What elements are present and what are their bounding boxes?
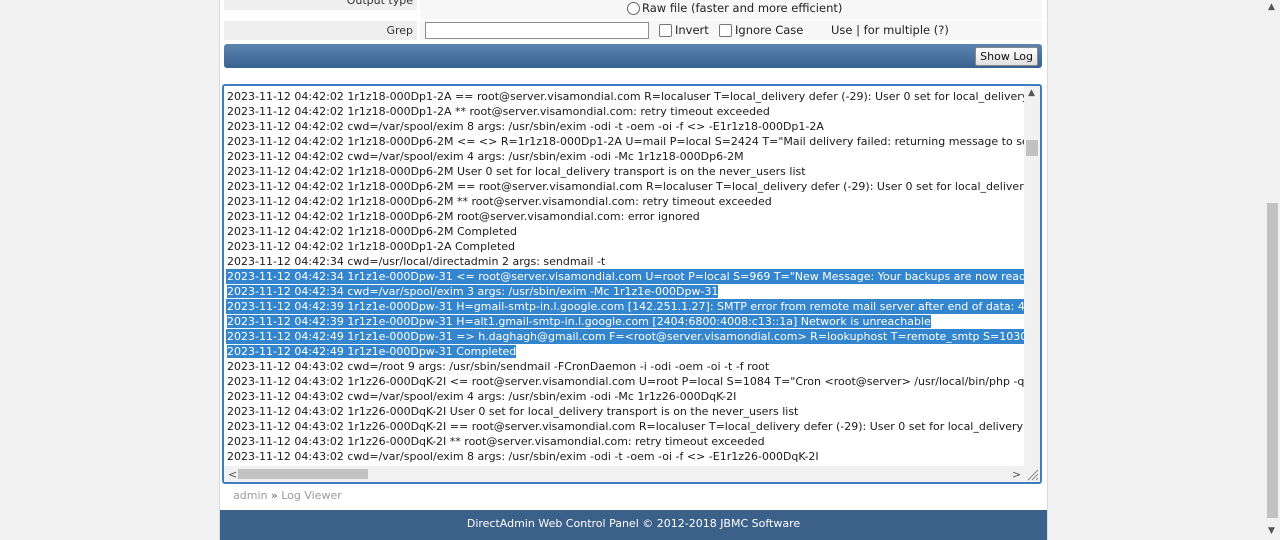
invert-checkbox[interactable] [659,24,672,37]
log-line: 2023-11-12 04:42:34 cwd=/usr/local/direc… [226,254,1024,269]
log-lines: 2023-11-12 04:42:02 1r1z18-000Dp1-2A == … [226,89,1024,463]
scroll-up-icon[interactable]: ▲ [1028,88,1035,98]
log-line: 2023-11-12 04:43:02 cwd=/var/spool/exim … [226,389,1024,404]
breadcrumb-current: Log Viewer [281,489,342,502]
log-line-text: 2023-11-12 04:42:02 cwd=/var/spool/exim … [227,150,744,163]
log-line-text: 2023-11-12 04:42:02 1r1z18-000Dp6-2M <= … [227,135,1024,148]
log-line: 2023-11-12 04:42:02 1r1z18-000Dp6-2M ** … [226,194,1024,209]
page-scroll-down-icon[interactable]: ▼ [1268,526,1275,536]
log-line: 2023-11-12 04:42:02 cwd=/var/spool/exim … [226,119,1024,134]
log-line: 2023-11-12 04:42:02 1r1z18-000Dp6-2M <= … [226,134,1024,149]
log-line-text: 2023-11-12 04:42:34 cwd=/usr/local/direc… [227,255,606,268]
log-textarea[interactable]: 2023-11-12 04:42:02 1r1z18-000Dp1-2A == … [222,84,1042,484]
log-line-text: 2023-11-12 04:42:39 1r1z1e-000Dpw-31 H=g… [227,300,1024,313]
vertical-scrollbar[interactable]: ▲ [1024,86,1040,466]
log-line: 2023-11-12 04:42:49 1r1z1e-000Dpw-31 => … [226,329,1024,344]
log-line-text: 2023-11-12 04:42:02 1r1z18-000Dp1-2A ** … [227,105,770,118]
vertical-scroll-thumb[interactable] [1026,140,1038,156]
log-line-text: 2023-11-12 04:42:39 1r1z1e-000Dpw-31 H=a… [227,315,931,328]
log-line-text: 2023-11-12 04:43:02 1r1z26-000DqK-2I == … [227,420,1024,433]
log-line: 2023-11-12 04:42:39 1r1z1e-000Dpw-31 H=a… [226,314,1024,329]
log-line-text: 2023-11-12 04:43:02 1r1z26-000DqK-2I <= … [227,375,1024,388]
footer: DirectAdmin Web Control Panel © 2012-201… [220,510,1047,540]
resize-handle-icon[interactable] [1024,466,1040,482]
log-line-text: 2023-11-12 04:42:02 1r1z18-000Dp6-2M == … [227,180,1024,193]
page-scroll-thumb[interactable] [1267,203,1278,518]
action-bar: Show Log [224,44,1042,68]
log-line-text: 2023-11-12 04:42:49 1r1z1e-000Dpw-31 => … [227,330,1024,343]
log-line: 2023-11-12 04:42:02 1r1z18-000Dp1-2A == … [226,89,1024,104]
log-line: 2023-11-12 04:42:34 1r1z1e-000Dpw-31 <= … [226,269,1024,284]
log-line: 2023-11-12 04:42:02 1r1z18-000Dp1-2A ** … [226,104,1024,119]
page-scrollbar[interactable]: ▲ ▼ [1264,0,1280,540]
log-line: 2023-11-12 04:43:02 cwd=/var/spool/exim … [226,449,1024,463]
log-line-text: 2023-11-12 04:42:02 1r1z18-000Dp1-2A Com… [227,240,516,253]
log-line: 2023-11-12 04:42:02 1r1z18-000Dp6-2M Com… [226,224,1024,239]
scroll-right-icon[interactable]: > [1012,468,1021,481]
grep-input[interactable] [425,22,649,39]
log-line-text: 2023-11-12 04:42:49 1r1z1e-000Dpw-31 Com… [227,345,517,358]
log-line: 2023-11-12 04:42:02 1r1z18-000Dp6-2M == … [226,179,1024,194]
log-line: 2023-11-12 04:42:49 1r1z1e-000Dpw-31 Com… [226,344,1024,359]
output-type-row: Raw file (faster and more efficient) [420,0,1042,19]
log-line-text: 2023-11-12 04:42:02 1r1z18-000Dp1-2A == … [227,90,1024,103]
log-line: 2023-11-12 04:42:02 1r1z18-000Dp6-2M Use… [226,164,1024,179]
log-line-text: 2023-11-12 04:42:02 1r1z18-000Dp6-2M Com… [227,225,517,238]
log-line: 2023-11-12 04:42:02 1r1z18-000Dp1-2A Com… [226,239,1024,254]
raw-file-label: Raw file (faster and more efficient) [642,1,843,15]
breadcrumb-separator: » [270,489,278,502]
breadcrumb: admin » Log Viewer [233,489,342,502]
log-options-form: Output type Raw file (faster and more ef… [224,0,1042,42]
horizontal-scroll-thumb[interactable] [238,469,368,479]
log-line: 2023-11-12 04:43:02 1r1z26-000DqK-2I <= … [226,374,1024,389]
log-line-text: 2023-11-12 04:43:02 1r1z26-000DqK-2I ** … [227,435,765,448]
breadcrumb-home-link[interactable]: admin [233,489,267,502]
ignore-case-checkbox[interactable] [719,24,732,37]
log-line-text: 2023-11-12 04:42:02 1r1z18-000Dp6-2M ** … [227,195,772,208]
log-line-text: 2023-11-12 04:43:02 cwd=/var/spool/exim … [227,390,737,403]
log-line: 2023-11-12 04:43:02 1r1z26-000DqK-2I == … [226,419,1024,434]
scroll-left-icon[interactable]: < [228,468,237,481]
log-line-text: 2023-11-12 04:43:02 cwd=/root 9 args: /u… [227,360,770,373]
show-log-button[interactable]: Show Log [975,47,1038,66]
log-line-text: 2023-11-12 04:42:02 1r1z18-000Dp6-2M roo… [227,210,700,223]
page-scroll-up-icon[interactable]: ▲ [1268,2,1275,12]
log-line: 2023-11-12 04:42:02 cwd=/var/spool/exim … [226,149,1024,164]
log-line: 2023-11-12 04:42:02 1r1z18-000Dp6-2M roo… [226,209,1024,224]
horizontal-scrollbar[interactable]: < > [224,466,1024,482]
multiple-hint: Use | for multiple (?) [831,23,949,37]
log-line: 2023-11-12 04:42:34 cwd=/var/spool/exim … [226,284,1024,299]
log-line-text: 2023-11-12 04:43:02 1r1z26-000DqK-2I Use… [227,405,799,418]
log-line: 2023-11-12 04:43:02 1r1z26-000DqK-2I Use… [226,404,1024,419]
output-type-label: Output type [224,0,417,10]
invert-label: Invert [675,23,709,37]
main-panel: Output type Raw file (faster and more ef… [219,0,1048,540]
log-line: 2023-11-12 04:43:02 cwd=/root 9 args: /u… [226,359,1024,374]
log-line: 2023-11-12 04:42:39 1r1z1e-000Dpw-31 H=g… [226,299,1024,314]
raw-file-radio[interactable] [627,2,640,15]
grep-label: Grep [224,21,417,40]
log-line-text: 2023-11-12 04:42:34 cwd=/var/spool/exim … [227,285,719,298]
log-line-text: 2023-11-12 04:43:02 cwd=/var/spool/exim … [227,450,819,463]
log-line-text: 2023-11-12 04:42:02 1r1z18-000Dp6-2M Use… [227,165,806,178]
log-line-text: 2023-11-12 04:42:34 1r1z1e-000Dpw-31 <= … [227,270,1024,283]
log-line-text: 2023-11-12 04:42:02 cwd=/var/spool/exim … [227,120,824,133]
log-line: 2023-11-12 04:43:02 1r1z26-000DqK-2I ** … [226,434,1024,449]
ignore-case-label: Ignore Case [735,23,804,37]
